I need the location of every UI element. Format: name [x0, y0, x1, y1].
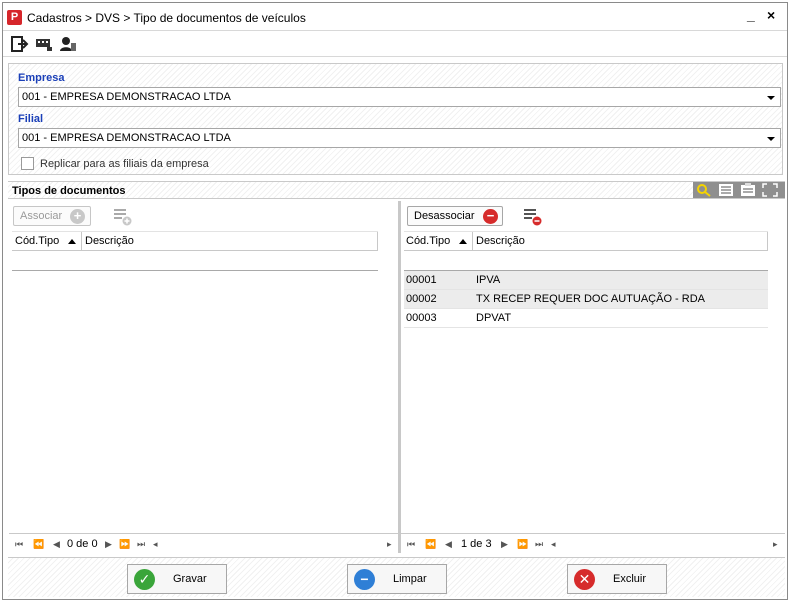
- search-icon[interactable]: [695, 183, 713, 197]
- list-view-icon[interactable]: [717, 183, 735, 197]
- sort-asc-icon: [68, 239, 76, 244]
- empresa-select[interactable]: 001 - EMPRESA DEMONSTRACAO LTDA: [18, 87, 781, 107]
- sort-asc-icon: [459, 239, 467, 244]
- prev-page-icon[interactable]: ◀: [53, 539, 60, 550]
- first-page-icon[interactable]: ⏮: [407, 539, 415, 550]
- available-types-pane: Associar + Cód.Tipo Descrição ⏮ ⏪ ◀ 0 de…: [9, 201, 398, 553]
- replicar-checkbox[interactable]: [21, 157, 34, 170]
- associated-types-pane: Desassociar − Cód.Tipo Descrição 00001 I…: [401, 201, 785, 553]
- delete-button[interactable]: ✕ Excluir: [567, 564, 667, 594]
- save-button[interactable]: ✓ Gravar: [127, 564, 227, 594]
- close-button[interactable]: ×: [767, 7, 775, 23]
- section-toolbar: [693, 182, 785, 198]
- chevron-down-icon[interactable]: [767, 137, 775, 141]
- left-col-desc[interactable]: Descrição: [85, 235, 134, 247]
- last-page-icon[interactable]: ⏭: [137, 539, 145, 550]
- section-title: Tipos de documentos: [12, 185, 126, 197]
- disassociate-label: Desassociar: [414, 210, 475, 222]
- disassociate-button[interactable]: Desassociar −: [407, 206, 503, 226]
- associate-button[interactable]: Associar +: [13, 206, 91, 226]
- next-page-icon[interactable]: ▶: [105, 539, 112, 550]
- save-label: Gravar: [173, 573, 207, 585]
- filial-select[interactable]: 001 - EMPRESA DEMONSTRACAO LTDA: [18, 128, 781, 148]
- exit-icon[interactable]: [11, 36, 29, 52]
- row-code: 00001: [406, 274, 437, 286]
- left-page-status: 0 de 0: [67, 538, 98, 550]
- row-code: 00002: [406, 293, 437, 305]
- left-grid-header: Cód.Tipo Descrição: [12, 231, 378, 251]
- close-circle-icon: ✕: [574, 569, 595, 590]
- clipboard-icon[interactable]: [739, 183, 757, 197]
- toolbar: [3, 32, 787, 57]
- right-pager: ⏮ ⏪ ◀ 1 de 3 ▶ ⏩ ⏭ ◂ ▸: [401, 533, 785, 553]
- empresa-value: 001 - EMPRESA DEMONSTRACAO LTDA: [22, 91, 231, 103]
- user-icon[interactable]: [59, 36, 77, 52]
- associate-label: Associar: [20, 210, 63, 222]
- window-title: Cadastros > DVS > Tipo de documentos de …: [27, 11, 306, 25]
- clear-label: Limpar: [393, 573, 427, 585]
- first-page-icon[interactable]: ⏮: [15, 539, 23, 550]
- keyboard-icon[interactable]: [35, 36, 53, 52]
- column-separator: [81, 232, 82, 251]
- replicar-label: Replicar para as filiais da empresa: [40, 158, 209, 170]
- right-col-desc[interactable]: Descrição: [476, 235, 525, 247]
- footer-bar: ✓ Gravar − Limpar ✕ Excluir: [8, 557, 785, 597]
- minus-icon: −: [483, 209, 498, 224]
- checkmark-icon: ✓: [134, 569, 155, 590]
- right-grid-header: Cód.Tipo Descrição: [404, 231, 768, 251]
- table-row[interactable]: 00001 IPVA: [404, 271, 768, 290]
- left-col-code[interactable]: Cód.Tipo: [15, 235, 59, 247]
- right-col-code[interactable]: Cód.Tipo: [406, 235, 450, 247]
- column-separator: [767, 232, 768, 251]
- prev-page-icon[interactable]: ◀: [445, 539, 452, 550]
- delete-label: Excluir: [613, 573, 647, 585]
- row-code: 00003: [406, 312, 437, 324]
- app-logo-icon: P: [7, 10, 22, 25]
- next-fast-icon[interactable]: ⏩: [517, 539, 528, 550]
- remove-list-icon[interactable]: [523, 208, 543, 226]
- table-row[interactable]: 00002 TX RECEP REQUER DOC AUTUAÇÃO - RDA: [404, 290, 768, 309]
- row-desc: TX RECEP REQUER DOC AUTUAÇÃO - RDA: [476, 293, 705, 305]
- row-desc: DPVAT: [476, 312, 512, 324]
- chevron-down-icon[interactable]: [767, 96, 775, 100]
- minimize-button[interactable]: _: [747, 7, 755, 23]
- left-pager: ⏮ ⏪ ◀ 0 de 0 ▶ ⏩ ⏭ ◂ ▸: [9, 533, 398, 553]
- scroll-right-icon[interactable]: ▸: [773, 539, 778, 550]
- add-list-icon[interactable]: [113, 208, 133, 226]
- minus-circle-icon: −: [354, 569, 375, 590]
- right-page-status: 1 de 3: [461, 538, 492, 550]
- next-page-icon[interactable]: ▶: [501, 539, 508, 550]
- scroll-left-icon[interactable]: ◂: [153, 539, 158, 550]
- section-header: Tipos de documentos: [8, 181, 785, 199]
- scroll-right-icon[interactable]: ▸: [387, 539, 392, 550]
- filial-value: 001 - EMPRESA DEMONSTRACAO LTDA: [22, 132, 231, 144]
- next-fast-icon[interactable]: ⏩: [119, 539, 130, 550]
- column-separator: [377, 232, 378, 251]
- last-page-icon[interactable]: ⏭: [535, 539, 543, 550]
- column-separator: [472, 232, 473, 251]
- expand-icon[interactable]: [761, 183, 779, 197]
- app-window: P Cadastros > DVS > Tipo de documentos d…: [2, 2, 788, 600]
- title-bar: P Cadastros > DVS > Tipo de documentos d…: [3, 3, 787, 31]
- row-desc: IPVA: [476, 274, 501, 286]
- empresa-label: Empresa: [18, 72, 65, 84]
- table-row[interactable]: 00003 DPVAT: [404, 309, 768, 328]
- clear-button[interactable]: − Limpar: [347, 564, 447, 594]
- filial-label: Filial: [18, 113, 44, 125]
- plus-icon: +: [70, 209, 85, 224]
- scroll-left-icon[interactable]: ◂: [551, 539, 556, 550]
- left-grid-filter-line: [12, 270, 378, 271]
- prev-fast-icon[interactable]: ⏪: [33, 539, 44, 550]
- prev-fast-icon[interactable]: ⏪: [425, 539, 436, 550]
